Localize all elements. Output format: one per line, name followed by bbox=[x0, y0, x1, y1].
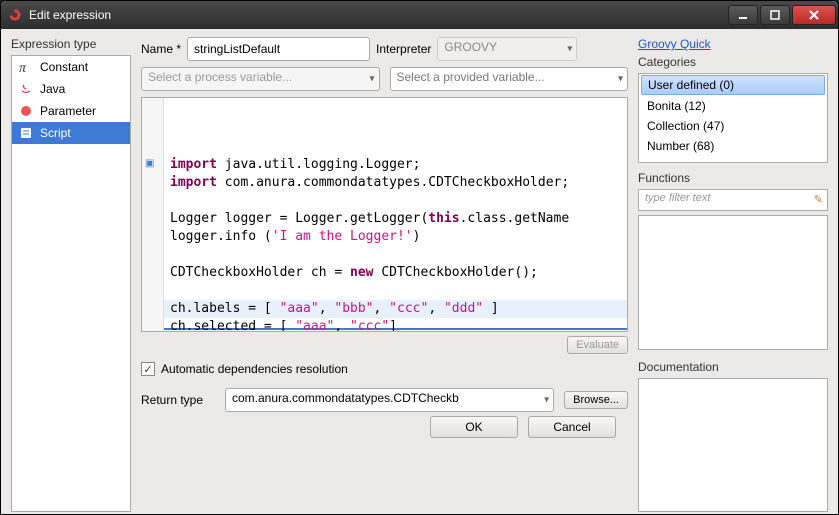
category-item[interactable]: Collection (47) bbox=[639, 116, 827, 136]
list-item-label: Constant bbox=[40, 60, 88, 74]
list-item-label: Java bbox=[40, 82, 65, 96]
return-type-value: com.anura.commondatatypes.CDTCheckb bbox=[232, 391, 459, 405]
categories-list[interactable]: User defined (0) Bonita (12) Collection … bbox=[638, 73, 828, 163]
close-button[interactable] bbox=[792, 5, 836, 25]
expression-type-parameter[interactable]: Parameter bbox=[12, 100, 130, 122]
category-item[interactable]: User defined (0) bbox=[641, 75, 825, 95]
chevron-down-icon: ▾ bbox=[618, 74, 623, 85]
window-buttons bbox=[726, 5, 836, 25]
param-icon bbox=[18, 103, 34, 119]
list-item-label: Parameter bbox=[40, 104, 96, 118]
interpreter-value: GROOVY bbox=[444, 40, 497, 54]
category-item[interactable]: Number (68) bbox=[639, 136, 827, 156]
auto-deps-row: ✓ Automatic dependencies resolution bbox=[141, 362, 628, 376]
provided-variable-select[interactable]: Select a provided variable... ▾ bbox=[390, 67, 629, 91]
minimize-button[interactable] bbox=[728, 5, 758, 25]
interpreter-select[interactable]: GROOVY ▾ bbox=[437, 37, 577, 61]
code-content: import java.util.logging.Logger; import … bbox=[170, 156, 621, 331]
chevron-down-icon: ▾ bbox=[567, 44, 572, 55]
code-area[interactable]: import java.util.logging.Logger; import … bbox=[164, 98, 627, 331]
fold-mark-icon[interactable]: ▣ bbox=[145, 158, 154, 169]
browse-button[interactable]: Browse... bbox=[564, 391, 628, 409]
window: Edit expression Expression type π Consta… bbox=[0, 0, 839, 515]
return-type-select[interactable]: com.anura.commondatatypes.CDTCheckb ▾ bbox=[225, 388, 554, 412]
process-variable-placeholder: Select a process variable... bbox=[148, 70, 292, 84]
chevron-down-icon: ▾ bbox=[544, 395, 549, 406]
expression-type-script[interactable]: Script bbox=[12, 122, 130, 144]
filter-placeholder: type filter text bbox=[645, 192, 710, 204]
groovy-quick-link[interactable]: Groovy Quick bbox=[638, 37, 711, 51]
documentation-label: Documentation bbox=[638, 360, 828, 374]
right-column: Groovy Quick Categories User defined (0)… bbox=[638, 37, 828, 512]
process-variable-select[interactable]: Select a process variable... ▾ bbox=[141, 67, 380, 91]
middle-column: Name * Interpreter GROOVY ▾ Select a pro… bbox=[141, 37, 628, 512]
dialog-footer: OK Cancel bbox=[141, 412, 628, 450]
functions-label: Functions bbox=[638, 171, 828, 185]
expression-type-java[interactable]: Java bbox=[12, 78, 130, 100]
window-title: Edit expression bbox=[29, 8, 726, 22]
editor-gutter: ▣ bbox=[142, 98, 164, 331]
category-item[interactable]: Bonita (12) bbox=[639, 96, 827, 116]
app-icon bbox=[7, 7, 23, 23]
ok-button[interactable]: OK bbox=[430, 416, 518, 438]
script-icon bbox=[18, 125, 34, 141]
java-icon bbox=[18, 81, 34, 97]
code-editor[interactable]: ▣ import java.util.logging.Logger; impor… bbox=[141, 97, 628, 332]
left-column: Expression type π Constant Java Paramete… bbox=[11, 37, 131, 512]
functions-list[interactable] bbox=[638, 215, 828, 350]
list-item-label: Script bbox=[40, 126, 71, 140]
svg-text:π: π bbox=[19, 61, 27, 74]
titlebar[interactable]: Edit expression bbox=[1, 1, 838, 29]
expression-type-list[interactable]: π Constant Java Parameter Script bbox=[11, 55, 131, 512]
auto-deps-checkbox[interactable]: ✓ bbox=[141, 362, 155, 376]
chevron-down-icon: ▾ bbox=[369, 74, 374, 85]
return-type-row: Return type com.anura.commondatatypes.CD… bbox=[141, 388, 628, 412]
content: Expression type π Constant Java Paramete… bbox=[1, 29, 838, 514]
name-interpreter-row: Name * Interpreter GROOVY ▾ bbox=[141, 37, 628, 61]
functions-filter-input[interactable]: type filter text ✎ bbox=[638, 189, 828, 211]
name-label: Name * bbox=[141, 42, 181, 56]
interpreter-label: Interpreter bbox=[376, 42, 431, 56]
documentation-box bbox=[638, 378, 828, 513]
expression-type-constant[interactable]: π Constant bbox=[12, 56, 130, 78]
pi-icon: π bbox=[18, 59, 34, 75]
evaluate-button[interactable]: Evaluate bbox=[567, 336, 628, 354]
maximize-button[interactable] bbox=[760, 5, 790, 25]
evaluate-row: Evaluate bbox=[141, 336, 628, 354]
name-input[interactable] bbox=[187, 37, 370, 61]
clear-filter-icon[interactable]: ✎ bbox=[814, 193, 823, 206]
provided-variable-placeholder: Select a provided variable... bbox=[397, 70, 545, 84]
return-type-label: Return type bbox=[141, 393, 215, 407]
categories-label: Categories bbox=[638, 55, 828, 69]
auto-deps-label: Automatic dependencies resolution bbox=[161, 362, 348, 376]
expression-type-label: Expression type bbox=[11, 37, 131, 51]
variable-selectors-row: Select a process variable... ▾ Select a … bbox=[141, 67, 628, 91]
cancel-button[interactable]: Cancel bbox=[528, 416, 616, 438]
